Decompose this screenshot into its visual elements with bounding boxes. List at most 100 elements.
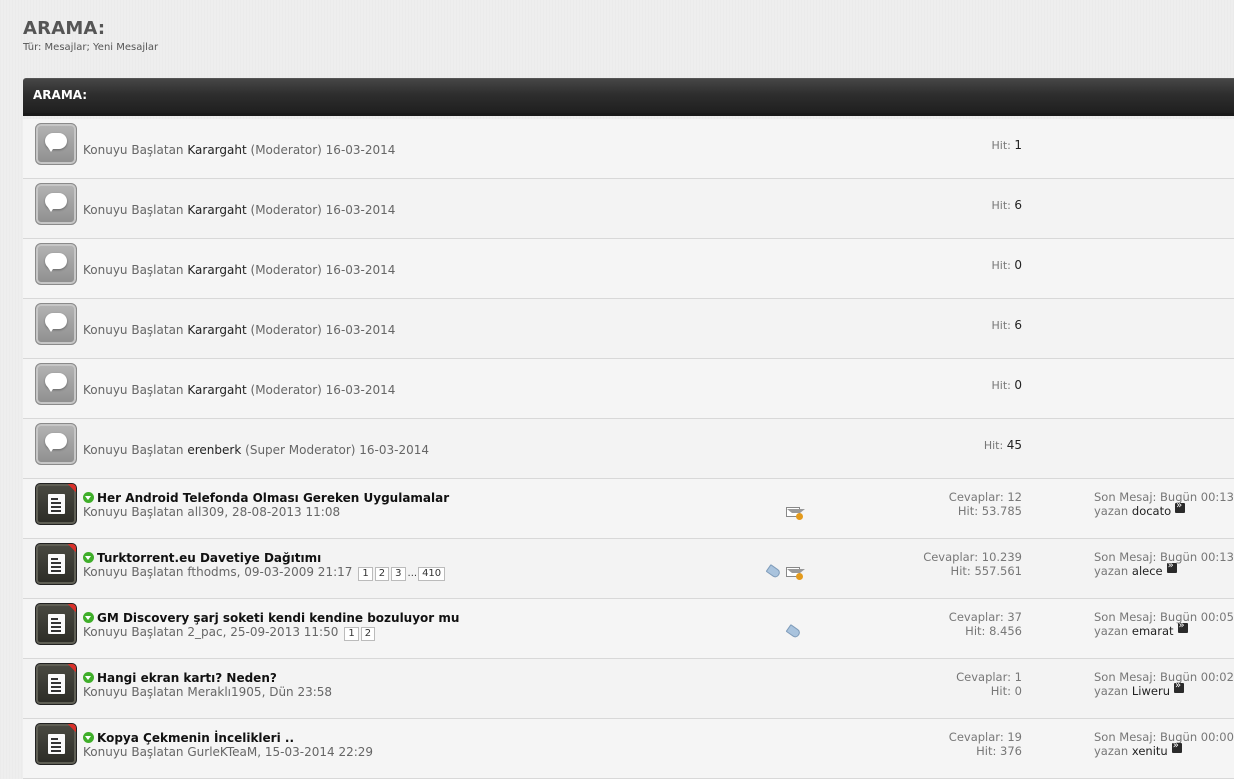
page-link[interactable]: 2: [360, 627, 376, 641]
author-link[interactable]: GurleKTeaM: [187, 745, 257, 759]
thread-title-link[interactable]: Turktorrent.eu Davetiye Dağıtımı: [97, 551, 321, 565]
author-link[interactable]: Karargaht: [187, 143, 246, 157]
last-post-label: Son Mesaj:: [1094, 670, 1157, 684]
green-arrow-down-icon[interactable]: [83, 552, 94, 563]
thread-title-line: Turktorrent.eu Davetiye Dağıtımı: [83, 547, 321, 566]
last-post-user[interactable]: alece: [1132, 564, 1163, 578]
page-subtitle: Tür: Mesajlar; Yeni Mesajlar: [23, 42, 159, 53]
started-by-label: Konuyu Başlatan: [83, 625, 184, 639]
author-role: (Super Moderator): [245, 443, 356, 457]
by-label: yazan: [1094, 684, 1129, 698]
thread-stats: Cevaplar: 1 Hit: 0: [956, 670, 1022, 698]
thread-title-line: Her Android Telefonda Olması Gereken Uyg…: [83, 487, 449, 506]
hit-label: Hit:: [991, 259, 1011, 272]
new-thread-document-icon: [35, 483, 77, 525]
new-thread-document-icon: [35, 723, 77, 765]
thread-date: 09-03-2009 21:17: [244, 565, 353, 579]
result-row[interactable]: Konuyu Başlatan Karargaht (Moderator) 16…: [23, 239, 1234, 299]
goto-last-post-icon[interactable]: [1171, 740, 1182, 753]
results-header-title: ARAMA:: [33, 88, 88, 102]
thread-meta: Konuyu Başlatan erenberk (Super Moderato…: [83, 443, 429, 457]
last-post-user[interactable]: Liweru: [1132, 684, 1170, 698]
result-row[interactable]: Konuyu Başlatan erenberk (Super Moderato…: [23, 419, 1234, 479]
last-post-label: Son Mesaj:: [1094, 610, 1157, 624]
result-row[interactable]: Konuyu Başlatan Karargaht (Moderator) 16…: [23, 179, 1234, 239]
thread-title-link[interactable]: Kopya Çekmenin İncelikleri ..: [97, 731, 294, 745]
last-post-user[interactable]: emarat: [1132, 624, 1174, 638]
started-by-label: Konuyu Başlatan: [83, 685, 184, 699]
hit-label: Hit:: [991, 319, 1011, 332]
by-label: yazan: [1094, 564, 1129, 578]
goto-last-post-icon[interactable]: [1166, 560, 1177, 573]
thread-row[interactable]: Hangi ekran kartı? Neden? Konuyu Başlatan…: [23, 659, 1234, 719]
author-link[interactable]: Karargaht: [187, 383, 246, 397]
last-post-info: Son Mesaj: Bugün 00:05 yazan emarat: [1094, 610, 1234, 638]
page-ellipsis: ...: [407, 568, 418, 579]
thread-meta: Konuyu Başlatan all309, 28-08-2013 11:08: [83, 505, 341, 519]
speech-bubble-icon: [35, 243, 77, 285]
replies-value: 12: [1007, 490, 1022, 504]
green-arrow-down-icon[interactable]: [83, 492, 94, 503]
author-link[interactable]: 2_pac: [187, 625, 222, 639]
hit-label: Hit:: [965, 624, 986, 638]
thread-title-link[interactable]: Hangi ekran kartı? Neden?: [97, 671, 277, 685]
hit-label: Hit:: [976, 744, 997, 758]
author-role: (Moderator): [250, 383, 322, 397]
hit-label: Hit:: [950, 564, 971, 578]
thread-meta: Konuyu Başlatan Meraklı1905, Dün 23:58: [83, 685, 333, 699]
author-link[interactable]: Karargaht: [187, 263, 246, 277]
author-link[interactable]: erenberk: [187, 443, 241, 457]
author-link[interactable]: Karargaht: [187, 323, 246, 337]
last-post-info: Son Mesaj: Bugün 00:13 yazan alece: [1094, 550, 1234, 578]
thread-row[interactable]: Kopya Çekmenin İncelikleri .. Konuyu Başl…: [23, 719, 1234, 779]
thread-title-link[interactable]: GM Discovery şarj soketi kendi kendine b…: [97, 611, 459, 625]
replies-label: Cevaplar:: [948, 490, 1004, 504]
goto-last-post-icon[interactable]: [1177, 620, 1188, 633]
author-link[interactable]: Karargaht: [187, 203, 246, 217]
post-date: 16-03-2014: [325, 263, 396, 277]
last-post-info: Son Mesaj: Bugün 00:02 yazan Liweru: [1094, 670, 1234, 698]
author-link[interactable]: fthodms: [187, 565, 236, 579]
hit-value: 1: [1014, 138, 1022, 152]
page-link[interactable]: 1: [358, 567, 373, 581]
result-row[interactable]: Konuyu Başlatan Karargaht (Moderator) 16…: [23, 119, 1234, 179]
thread-row[interactable]: GM Discovery şarj soketi kendi kendine b…: [23, 599, 1234, 659]
last-post-user[interactable]: docato: [1132, 504, 1171, 518]
result-row[interactable]: Konuyu Başlatan Karargaht (Moderator) 16…: [23, 299, 1234, 359]
green-arrow-down-icon[interactable]: [83, 672, 94, 683]
author-link[interactable]: all309: [187, 505, 224, 519]
page-link[interactable]: 2: [374, 567, 390, 581]
results-header-bar: ARAMA:: [23, 78, 1234, 116]
thread-meta: Konuyu Başlatan Karargaht (Moderator) 16…: [83, 263, 395, 277]
page-link[interactable]: 1: [344, 627, 359, 641]
goto-last-post-icon[interactable]: [1174, 680, 1184, 693]
last-post-label: Son Mesaj:: [1094, 550, 1157, 564]
thread-meta: Konuyu Başlatan Karargaht (Moderator) 16…: [83, 203, 395, 217]
page-link[interactable]: 3: [391, 567, 406, 581]
hit-label: Hit:: [990, 684, 1012, 698]
thread-row[interactable]: Her Android Telefonda Olması Gereken Uyg…: [23, 479, 1234, 539]
goto-last-post-icon[interactable]: [1175, 500, 1186, 513]
thread-title-line: Kopya Çekmenin İncelikleri ..: [83, 727, 294, 746]
thread-stats: Cevaplar: 10.239 Hit: 557.561: [923, 550, 1022, 578]
green-arrow-down-icon[interactable]: [83, 612, 94, 623]
author-link[interactable]: Meraklı1905: [187, 685, 261, 699]
thread-row[interactable]: Turktorrent.eu Davetiye Dağıtımı Konuyu B…: [23, 539, 1234, 599]
last-post-time: Bugün 00:02: [1160, 670, 1234, 684]
by-label: yazan: [1094, 504, 1129, 518]
hit-value: 0: [1014, 684, 1022, 698]
speech-bubble-icon: [35, 183, 77, 225]
green-arrow-down-icon[interactable]: [83, 732, 94, 743]
replies-label: Cevaplar:: [923, 550, 979, 564]
last-post-user[interactable]: xenitu: [1132, 744, 1168, 758]
post-date: 16-03-2014: [359, 443, 430, 457]
thread-title-link[interactable]: Her Android Telefonda Olması Gereken Uyg…: [97, 491, 449, 505]
author-role: (Moderator): [250, 263, 322, 277]
page-link[interactable]: 410: [418, 567, 446, 581]
thread-meta: Konuyu Başlatan Karargaht (Moderator) 16…: [83, 323, 395, 337]
hit-count: Hit: 0: [992, 378, 1023, 392]
hit-value: 53.785: [981, 504, 1022, 518]
speech-bubble-icon: [35, 123, 77, 165]
started-by-label: Konuyu Başlatan: [83, 745, 184, 759]
result-row[interactable]: Konuyu Başlatan Karargaht (Moderator) 16…: [23, 359, 1234, 419]
